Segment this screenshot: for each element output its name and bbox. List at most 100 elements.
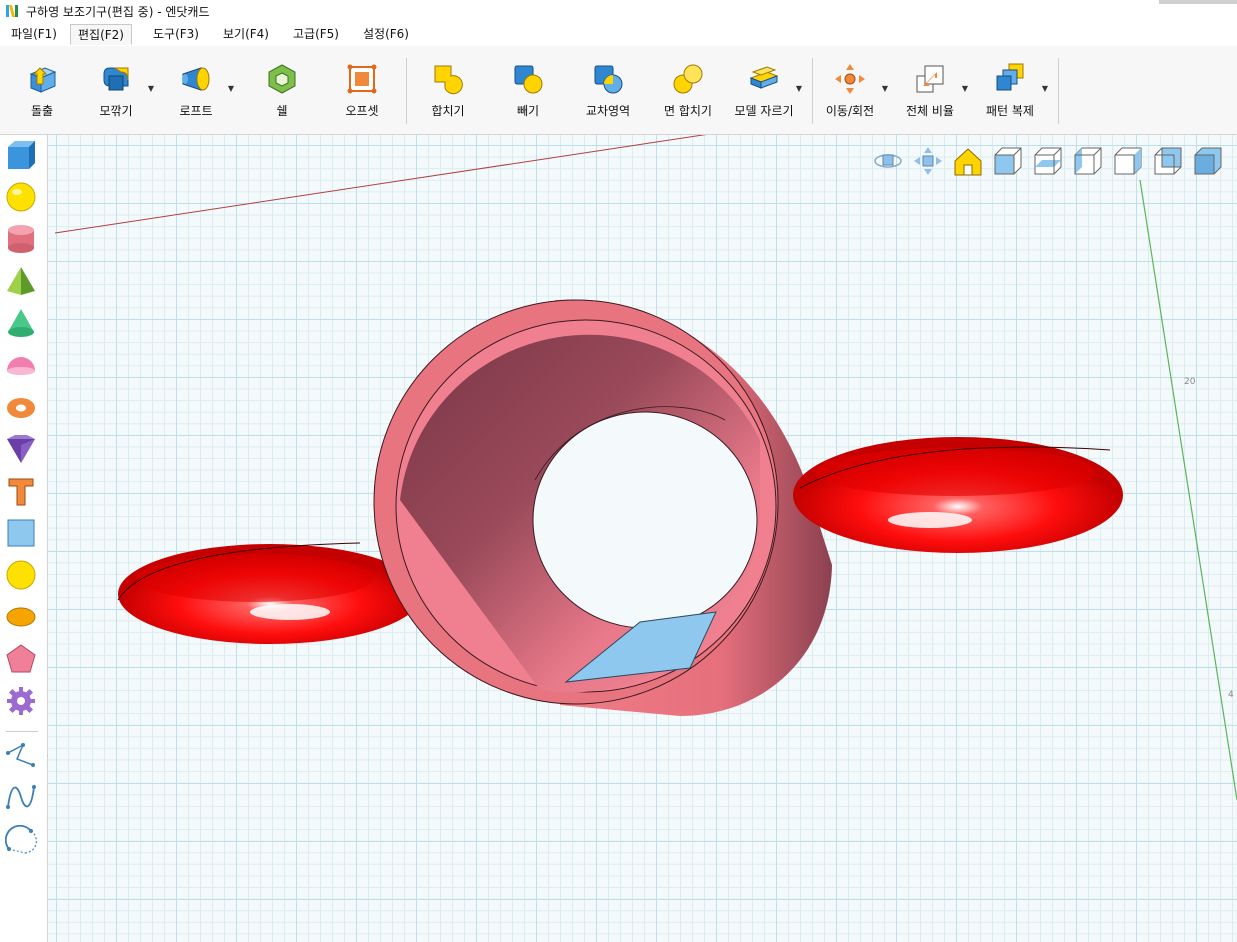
face-merge-button[interactable]: 면 합치기: [652, 62, 724, 126]
loft-dropdown-icon[interactable]: ▼: [228, 84, 234, 93]
shell-button[interactable]: 쉘: [246, 62, 318, 126]
tab-edit[interactable]: 편집(F2): [70, 24, 132, 45]
menu-bar: 파일(F1) 편집(F2) 도구(F3) 보기(F4) 고급(F5) 설정(F6…: [0, 22, 1237, 47]
home-view-button[interactable]: [952, 145, 984, 177]
rectangle-tool[interactable]: [5, 517, 37, 549]
pan-icon: [914, 147, 942, 175]
extrude-button[interactable]: 돌출: [6, 62, 78, 126]
move-rotate-button[interactable]: 이동/회전 ▼: [814, 62, 888, 126]
pattern-copy-icon: [993, 62, 1027, 96]
pyramid-icon: [7, 267, 35, 295]
shell-label: 쉘: [276, 104, 288, 118]
3d-viewport[interactable]: 20 4: [48, 135, 1237, 942]
sphere-icon: [6, 182, 36, 212]
cylinder-icon: [8, 225, 34, 253]
cone-tool[interactable]: [5, 307, 37, 339]
circle-icon: [6, 560, 36, 590]
cone-icon: [8, 309, 34, 337]
cube-front-icon: [994, 147, 1022, 175]
polygon-tool[interactable]: [5, 643, 37, 675]
polyline-tool[interactable]: [5, 739, 37, 771]
tab-settings[interactable]: 설정(F6): [356, 24, 416, 45]
gear-tool[interactable]: [5, 685, 37, 717]
scale-label: 전체 비율: [906, 104, 954, 118]
y-axis-line: [1139, 179, 1237, 801]
axis-tick-label: 20: [1184, 377, 1196, 387]
gear-icon: [7, 687, 35, 715]
box-tool[interactable]: [5, 139, 37, 171]
union-label: 합치기: [431, 104, 465, 118]
spline-tool[interactable]: [5, 781, 37, 813]
fillet-button[interactable]: 모깎기 ▼: [80, 62, 154, 126]
subtract-icon: [511, 62, 545, 96]
left-view-button[interactable]: [1072, 145, 1104, 177]
ribbon-separator: [1058, 58, 1059, 124]
hemisphere-tool[interactable]: [5, 349, 37, 381]
pattern-copy-button[interactable]: 패턴 복제 ▼: [974, 62, 1048, 126]
bottom-view-button[interactable]: [1192, 145, 1224, 177]
fillet-icon: [99, 62, 133, 96]
cube-back-icon: [1154, 147, 1182, 175]
subtract-label: 빼기: [516, 104, 540, 118]
tab-tools[interactable]: 도구(F3): [146, 24, 206, 45]
intersect-icon: [591, 62, 625, 96]
union-button[interactable]: 합치기: [412, 62, 484, 126]
wedge-tool[interactable]: [5, 433, 37, 465]
move-rotate-label: 이동/회전: [825, 104, 875, 118]
move-rotate-dropdown-icon[interactable]: ▼: [882, 84, 888, 93]
window-controls[interactable]: [1159, 0, 1237, 4]
title-bar: 구하영 보조기구(편집 중) - 엔닷캐드: [0, 0, 1237, 22]
offset-label: 오프셋: [345, 104, 379, 118]
wedge-icon: [7, 435, 35, 463]
intersect-button[interactable]: 교차영역: [572, 62, 644, 126]
top-view-button[interactable]: [1032, 145, 1064, 177]
text-tool[interactable]: [5, 475, 37, 507]
tab-file[interactable]: 파일(F1): [4, 24, 64, 45]
shape-toolbar: [0, 135, 48, 942]
scale-icon: [913, 62, 947, 96]
right-view-button[interactable]: [1112, 145, 1144, 177]
loft-button[interactable]: 로프트 ▼: [160, 62, 234, 126]
pattern-copy-dropdown-icon[interactable]: ▼: [1042, 84, 1048, 93]
ribbon-separator: [406, 58, 407, 124]
window-title: 구하영 보조기구(편집 중) - 엔닷캐드: [26, 4, 210, 19]
loft-label: 로프트: [179, 104, 213, 118]
ellipse-icon: [6, 607, 36, 627]
front-view-button[interactable]: [992, 145, 1024, 177]
model-cut-button[interactable]: 모델 자르기 ▼: [728, 62, 802, 126]
offset-button[interactable]: 오프셋: [326, 62, 398, 126]
tab-advanced[interactable]: 고급(F5): [286, 24, 346, 45]
arc-icon: [4, 824, 37, 854]
circle-tool[interactable]: [5, 559, 37, 591]
model-cut-dropdown-icon[interactable]: ▼: [796, 84, 802, 93]
ndotcad-logo-icon: [4, 3, 20, 19]
arc-tool[interactable]: [4, 824, 37, 857]
cylinder-tool[interactable]: [5, 223, 37, 255]
spline-icon: [6, 785, 36, 809]
cube-right-icon: [1114, 147, 1142, 175]
pentagon-icon: [6, 644, 36, 673]
home-icon: [954, 148, 982, 176]
union-icon: [431, 62, 465, 96]
tab-view[interactable]: 보기(F4): [216, 24, 276, 45]
shell-icon: [265, 62, 299, 96]
scale-dropdown-icon[interactable]: ▼: [962, 84, 968, 93]
intersect-label: 교차영역: [585, 104, 631, 118]
ribbon-separator: [812, 58, 813, 124]
back-view-button[interactable]: [1152, 145, 1184, 177]
x-axis-line: [54, 135, 707, 234]
model-cut-icon: [747, 62, 781, 96]
sphere-tool[interactable]: [5, 181, 37, 213]
fillet-dropdown-icon[interactable]: ▼: [148, 84, 154, 93]
pyramid-tool[interactable]: [5, 265, 37, 297]
pan-view-button[interactable]: [912, 145, 944, 177]
torus-tool[interactable]: [5, 391, 37, 423]
orbit-icon: [874, 154, 902, 168]
face-merge-label: 면 합치기: [664, 104, 712, 118]
subtract-button[interactable]: 빼기: [492, 62, 564, 126]
orbit-view-button[interactable]: [872, 145, 904, 177]
model-scene: [54, 135, 1237, 801]
pattern-copy-label: 패턴 복제: [986, 104, 1034, 118]
scale-button[interactable]: 전체 비율 ▼: [894, 62, 968, 126]
ellipse-tool[interactable]: [5, 601, 37, 633]
